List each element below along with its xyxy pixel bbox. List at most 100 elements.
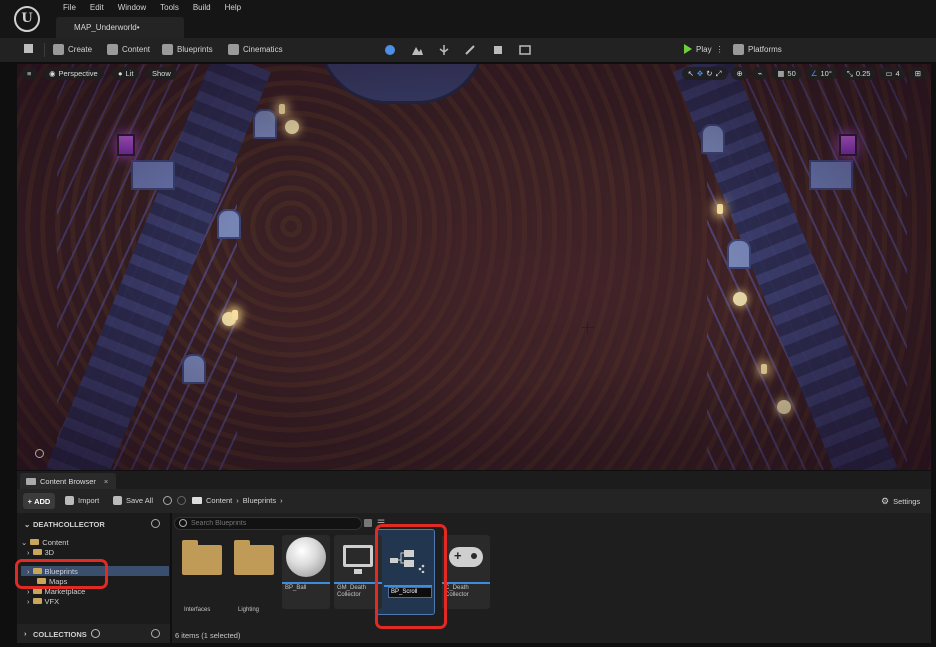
asset-search-input[interactable] bbox=[191, 518, 359, 529]
landscape-mode-icon[interactable] bbox=[411, 44, 423, 56]
surface-snapping-button[interactable]: ⌁ bbox=[751, 67, 769, 80]
perspective-button[interactable]: ◉ Perspective bbox=[43, 67, 104, 80]
camera-icon: ◉ bbox=[49, 69, 56, 78]
menu-tools[interactable]: Tools bbox=[153, 3, 186, 13]
cinematics-button[interactable]: Cinematics bbox=[228, 44, 283, 55]
asset-name: C_Death Collector bbox=[445, 585, 469, 598]
tree-item-content[interactable]: ⌄ Content bbox=[21, 537, 169, 547]
asset-tile-bp-scroll[interactable]: BP_Scroll bbox=[382, 535, 432, 609]
tree-item-marketplace[interactable]: › Marketplace bbox=[21, 586, 169, 596]
tree-item-vfx[interactable]: › VFX bbox=[21, 596, 169, 606]
save-search-icon[interactable] bbox=[364, 519, 372, 527]
rotate-icon[interactable]: ↻ bbox=[706, 67, 712, 80]
translate-icon[interactable]: ✥ bbox=[697, 67, 703, 80]
history-back-button[interactable] bbox=[163, 496, 172, 505]
asset-tile-gm-death-collector[interactable]: GM_Death Collector bbox=[334, 535, 382, 609]
menu-file[interactable]: File bbox=[56, 3, 83, 13]
modeling-mode-icon[interactable] bbox=[492, 44, 504, 56]
asset-tile-lighting[interactable]: Lighting bbox=[230, 535, 278, 613]
breadcrumb-content[interactable]: Content bbox=[206, 496, 232, 505]
asset-search-box[interactable] bbox=[174, 517, 362, 530]
viewport-options-button[interactable]: ≡ bbox=[21, 67, 38, 80]
sources-panel: ⌄ DEATHCOLLECTOR ⌄ Content › 3D › Bluepr… bbox=[17, 513, 170, 643]
transform-tools[interactable]: ↖ ✥ ↻ ⤢ bbox=[681, 67, 728, 80]
menu-help[interactable]: Help bbox=[218, 3, 248, 13]
filter-icon[interactable]: ☰ bbox=[377, 518, 385, 529]
search-icon[interactable] bbox=[151, 629, 160, 638]
tree-item-label: Maps bbox=[49, 576, 68, 586]
fracture-mode-icon[interactable] bbox=[519, 44, 531, 56]
scale-snap-button[interactable]: ⤡ 0.25 bbox=[840, 67, 877, 80]
perspective-label: Perspective bbox=[58, 69, 98, 78]
tree-item-3d[interactable]: › 3D bbox=[21, 547, 169, 557]
content-button[interactable]: Content bbox=[107, 44, 150, 55]
save-all-icon bbox=[113, 496, 122, 505]
select-cursor-icon[interactable]: ↖ bbox=[688, 67, 694, 80]
asset-rename-field[interactable]: BP_Scroll bbox=[388, 587, 432, 598]
import-icon bbox=[65, 496, 74, 505]
camera-speed-button[interactable]: ▭ 4 bbox=[879, 67, 906, 80]
import-button[interactable]: Import bbox=[65, 496, 99, 505]
scale-icon[interactable]: ⤢ bbox=[716, 67, 722, 80]
save-button[interactable] bbox=[24, 44, 33, 53]
grid-snap-button[interactable]: ▦ 50 bbox=[771, 67, 802, 80]
chevron-right-icon[interactable]: › bbox=[280, 496, 283, 505]
gear-icon: ⚙ bbox=[881, 496, 890, 506]
lit-button[interactable]: ● Lit bbox=[112, 67, 140, 80]
save-all-button[interactable]: Save All bbox=[113, 496, 153, 505]
add-button[interactable]: + ADD bbox=[23, 493, 55, 509]
blueprints-button[interactable]: Blueprints bbox=[162, 44, 213, 55]
folder-icon bbox=[32, 549, 42, 555]
play-button[interactable]: Play ⋮ bbox=[684, 44, 724, 54]
lit-icon: ● bbox=[118, 69, 123, 78]
asset-tile-bp-ball[interactable]: BP_Ball bbox=[282, 535, 330, 609]
play-label: Play bbox=[696, 44, 712, 54]
history-forward-button[interactable] bbox=[177, 496, 186, 505]
content-browser-icon bbox=[26, 477, 36, 485]
level-tab[interactable]: MAP_Underworld• bbox=[56, 17, 184, 38]
menu-window[interactable]: Window bbox=[111, 3, 153, 13]
rotation-snap-button[interactable]: ∠ 10° bbox=[804, 67, 838, 80]
add-collection-icon[interactable] bbox=[91, 629, 100, 638]
platforms-button[interactable]: Platforms bbox=[733, 44, 782, 55]
blueprint-icon bbox=[390, 550, 425, 573]
search-icon[interactable] bbox=[151, 519, 160, 528]
menu-build[interactable]: Build bbox=[186, 3, 218, 13]
settings-label: Settings bbox=[893, 497, 921, 506]
create-button[interactable]: Create bbox=[53, 44, 92, 55]
content-browser-tab[interactable]: Content Browser × bbox=[20, 473, 116, 489]
unreal-logo-icon[interactable]: U bbox=[14, 6, 40, 32]
chevron-right-icon: › bbox=[27, 566, 30, 576]
menu-edit[interactable]: Edit bbox=[83, 3, 111, 13]
asset-tile-c-death-collector[interactable]: C_Death Collector bbox=[442, 535, 490, 609]
collections-header[interactable]: › COLLECTIONS bbox=[17, 624, 170, 643]
asset-type-strip bbox=[442, 582, 490, 584]
maximize-viewport-button[interactable]: ⊞ bbox=[908, 67, 927, 80]
foliage-mode-icon[interactable] bbox=[438, 44, 450, 56]
settings-button[interactable]: ⚙ Settings bbox=[881, 496, 920, 507]
globe-icon: ⊕ bbox=[736, 69, 743, 78]
folder-icon bbox=[37, 578, 46, 584]
cinematics-label: Cinematics bbox=[243, 45, 283, 54]
asset-tile-interfaces[interactable]: Interfaces bbox=[178, 535, 226, 613]
level-viewport[interactable]: ≡ ◉ Perspective ● Lit Show ↖ ✥ ↻ ⤢ ⊕ ⌁ ▦… bbox=[17, 64, 931, 470]
breadcrumb-blueprints[interactable]: Blueprints bbox=[243, 496, 276, 505]
select-mode-icon[interactable] bbox=[384, 44, 396, 56]
show-button[interactable]: Show bbox=[146, 67, 177, 80]
chevron-right-icon: › bbox=[24, 629, 27, 638]
tree-item-label: Blueprints bbox=[44, 566, 78, 576]
tree-item-blueprints[interactable]: › Blueprints bbox=[21, 566, 169, 576]
coordinate-space-button[interactable]: ⊕ bbox=[730, 67, 749, 80]
play-options-icon[interactable]: ⋮ bbox=[716, 45, 724, 54]
project-header[interactable]: ⌄ DEATHCOLLECTOR bbox=[17, 517, 170, 531]
rotation-snap-value: 10° bbox=[820, 69, 832, 78]
tree-item-label: Content bbox=[42, 537, 69, 547]
plus-icon: + bbox=[27, 496, 33, 506]
viewport-gizmo-icon bbox=[35, 449, 44, 458]
close-tab-icon[interactable]: × bbox=[104, 477, 108, 486]
mesh-paint-mode-icon[interactable] bbox=[464, 44, 476, 56]
play-icon bbox=[684, 44, 692, 54]
tree-item-maps[interactable]: Maps bbox=[21, 576, 169, 586]
folder-icon bbox=[230, 535, 278, 583]
content-icon bbox=[107, 44, 118, 55]
